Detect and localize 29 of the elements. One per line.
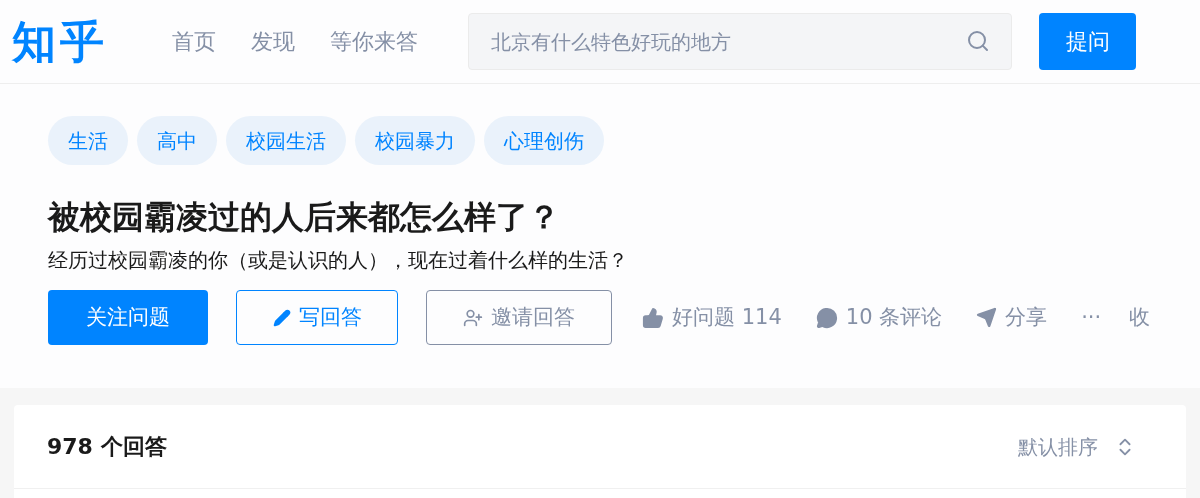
nav-link[interactable]: 等你来答 bbox=[330, 25, 418, 58]
follow-button[interactable]: 关注问题 bbox=[48, 290, 208, 345]
topic-tag[interactable]: 校园生活 bbox=[226, 116, 346, 165]
nav-link[interactable]: 首页 bbox=[172, 25, 216, 58]
nav-link[interactable]: 发现 bbox=[251, 25, 295, 58]
comment-button[interactable]: 10 条评论 bbox=[815, 301, 943, 334]
pencil-icon bbox=[272, 308, 291, 327]
good-question-button[interactable]: 好问题 114 bbox=[642, 301, 782, 334]
topic-tag[interactable]: 生活 bbox=[48, 116, 128, 165]
thumbs-up-icon bbox=[642, 306, 664, 329]
answer-count: 978 个回答 bbox=[47, 433, 167, 461]
topic-tag[interactable]: 校园暴力 bbox=[355, 116, 475, 165]
write-answer-button[interactable]: 写回答 bbox=[236, 290, 398, 345]
search-field[interactable]: 北京有什么特色好玩的地方 bbox=[468, 13, 1012, 70]
invite-answer-button[interactable]: 邀请回答 bbox=[426, 290, 612, 345]
paper-plane-icon bbox=[976, 307, 998, 328]
search-icon[interactable] bbox=[966, 29, 990, 53]
ask-button[interactable]: 提问 bbox=[1039, 13, 1136, 70]
sort-dropdown[interactable]: 默认排序 bbox=[1018, 431, 1136, 462]
collect-button[interactable]: 收 bbox=[1129, 301, 1151, 334]
more-button[interactable]: ··· bbox=[1081, 301, 1102, 334]
add-user-icon bbox=[463, 307, 483, 328]
share-button[interactable]: 分享 bbox=[976, 301, 1048, 334]
topic-tag[interactable]: 心理创伤 bbox=[484, 116, 604, 165]
topic-tag[interactable]: 高中 bbox=[137, 116, 217, 165]
logo[interactable]: 知乎 bbox=[12, 8, 137, 75]
question-title: 被校园霸凌过的人后来都怎么样了？ bbox=[48, 197, 561, 237]
question-description: 经历过校园霸凌的你（或是认识的人），现在过着什么样的生活？ bbox=[48, 247, 629, 274]
comment-icon bbox=[815, 306, 838, 329]
